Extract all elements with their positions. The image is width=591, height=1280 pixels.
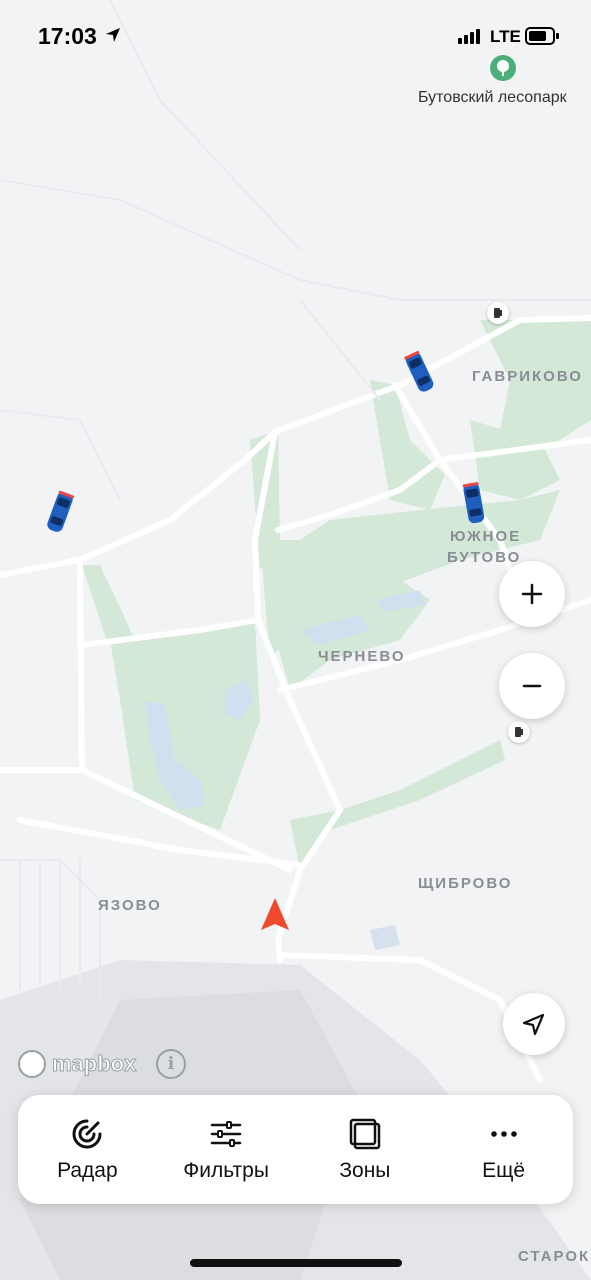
zones-button[interactable]: Зоны — [296, 1095, 435, 1204]
cell-signal-icon — [458, 29, 480, 44]
place-label-shchibrovo: ЩИБРОВО — [418, 875, 513, 892]
minus-icon — [522, 684, 542, 688]
place-label-yazovo: ЯЗОВО — [98, 897, 162, 914]
poi-park-label[interactable]: Бутовский лесопарк — [418, 89, 567, 107]
zones-label: Зоны — [339, 1158, 391, 1182]
map-view[interactable] — [0, 0, 591, 1280]
place-label-gavrikovo: ГАВРИКОВО — [472, 368, 583, 385]
place-label-butovo-line2: БУТОВО — [447, 549, 522, 566]
status-time: 17:03 — [38, 23, 97, 49]
fuel-station-icon[interactable] — [508, 721, 530, 743]
place-label-chernevo: ЧЕРНЕВО — [318, 648, 406, 665]
place-label-starok: СТАРОК — [518, 1248, 591, 1265]
mapbox-wordmark: mapbox — [51, 1051, 137, 1077]
home-indicator[interactable] — [190, 1259, 402, 1267]
car-marker-icon[interactable] — [400, 348, 440, 398]
battery-icon — [525, 27, 559, 45]
attribution-info-button[interactable]: i — [156, 1049, 186, 1079]
bottom-toolbar: Радар Фильтры Зоны Ещё — [18, 1095, 573, 1204]
radar-button[interactable]: Радар — [18, 1095, 157, 1204]
car-marker-icon[interactable] — [456, 480, 492, 528]
zoom-in-button[interactable] — [499, 561, 565, 627]
zones-icon — [349, 1118, 381, 1149]
location-services-icon — [106, 28, 120, 42]
more-button[interactable]: Ещё — [434, 1095, 573, 1204]
navigation-arrow-icon — [522, 1013, 545, 1036]
mapbox-logo[interactable]: mapbox — [18, 1050, 137, 1078]
filters-label: Фильтры — [183, 1158, 269, 1182]
zoom-out-button[interactable] — [499, 653, 565, 719]
more-label: Ещё — [482, 1158, 526, 1182]
radar-icon — [72, 1119, 102, 1148]
place-label-yuzhnoe-line1: ЮЖНОЕ — [450, 528, 522, 545]
filters-button[interactable]: Фильтры — [157, 1095, 296, 1204]
radar-label: Радар — [57, 1158, 118, 1182]
mapbox-logo-icon — [18, 1050, 46, 1078]
plus-icon — [521, 583, 543, 605]
sliders-icon — [210, 1120, 242, 1147]
locate-me-button[interactable] — [503, 993, 565, 1055]
car-marker-icon[interactable] — [40, 488, 80, 536]
fuel-station-icon[interactable] — [487, 302, 509, 324]
park-pin-icon[interactable] — [490, 55, 516, 81]
user-location-marker-icon — [261, 898, 289, 930]
network-type: LTE — [490, 27, 521, 46]
more-dots-icon — [490, 1130, 517, 1137]
